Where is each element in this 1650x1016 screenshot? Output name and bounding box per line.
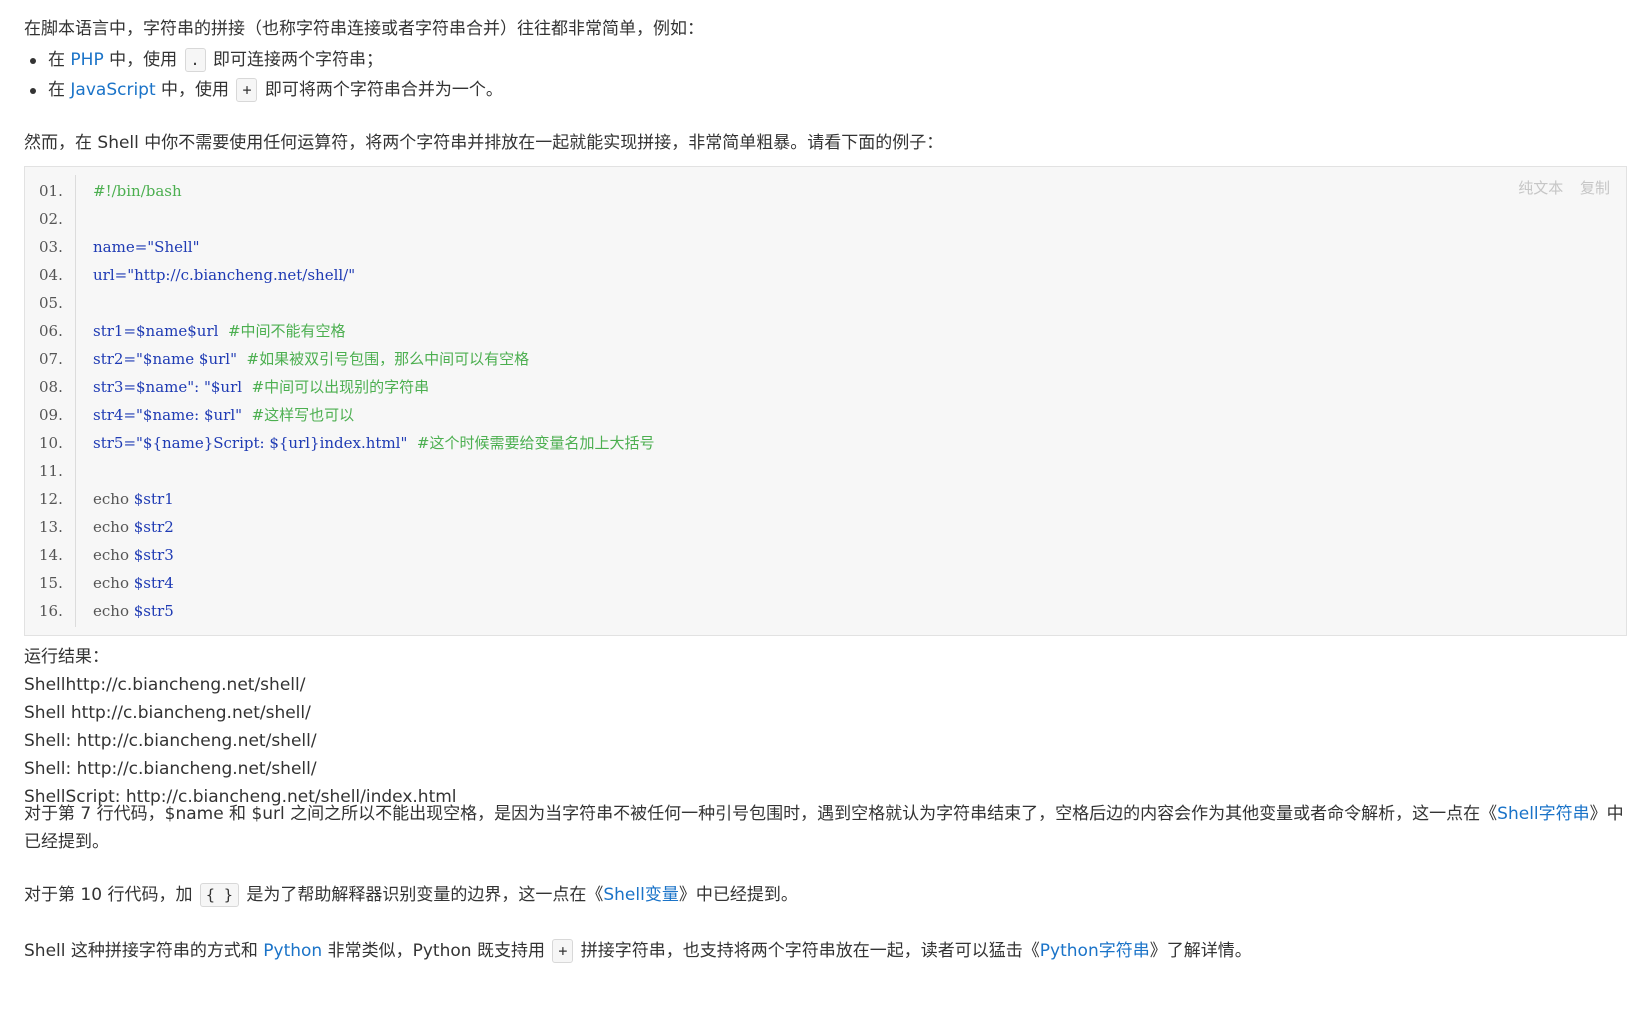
code-token: $str2	[133, 518, 174, 536]
code-toolbar: 纯文本 复制	[1506, 177, 1610, 198]
code-token: echo	[93, 490, 134, 508]
code-text: echo $str1	[93, 485, 174, 513]
line-number: 06.	[39, 322, 63, 340]
code-token: echo	[93, 574, 134, 592]
code-token: str5="${name}Script: ${url}index.html"	[93, 434, 408, 452]
javascript-link[interactable]: JavaScript	[70, 80, 155, 100]
intro-text: 在脚本语言中，字符串的拼接（也称字符串连接或者字符串合并）往往都非常简单，例如：	[24, 19, 704, 39]
code-token: $str3	[133, 546, 174, 564]
code-text: echo $str2	[93, 513, 174, 541]
code-token: name="Shell"	[93, 238, 200, 256]
shell-intro-text: 然而，在 Shell 中你不需要使用任何运算符，将两个字符串并排放在一起就能实现…	[24, 133, 944, 153]
line-number: 11.	[39, 462, 63, 480]
line-number: 07.	[39, 350, 63, 368]
code-token: #中间可以出现别的字符串	[242, 378, 430, 396]
line-number: 01.	[39, 182, 63, 200]
line-number: 03.	[39, 238, 63, 256]
code-token: str4="$name: $url"	[93, 406, 243, 424]
code-token: str3=$name": "$url	[93, 378, 243, 396]
result-line: Shell: http://c.biancheng.net/shell/	[24, 759, 317, 779]
plus-operator: +	[552, 939, 574, 963]
code-token: #中间不能有空格	[218, 322, 346, 340]
code-text: echo $str5	[93, 597, 174, 625]
line-number: 13.	[39, 518, 63, 536]
code-token: echo	[93, 546, 134, 564]
code-token: str2="$name $url"	[93, 350, 237, 368]
result-line: Shellhttp://c.biancheng.net/shell/	[24, 675, 306, 695]
code-text: str2="$name $url" #如果被双引号包围，那么中间可以有空格	[93, 345, 529, 373]
code-token: $str4	[133, 574, 174, 592]
operator-list: 在 PHP 中，使用 . 即可连接两个字符串； 在 JavaScript 中，使…	[24, 45, 503, 105]
code-text: #!/bin/bash	[93, 177, 182, 205]
python-string-link[interactable]: Python字符串	[1040, 941, 1150, 961]
code-token: $str1	[133, 490, 174, 508]
paragraph-line10: 对于第 10 行代码，加 { } 是为了帮助解释器识别变量的边界，这一点在《Sh…	[24, 883, 798, 907]
code-token: #!/bin/bash	[93, 182, 182, 200]
paragraph-python: Shell 这种拼接字符串的方式和 Python 非常类似，Python 既支持…	[24, 939, 1252, 963]
line-number: 15.	[39, 574, 63, 592]
code-block: 纯文本 复制 01. #!/bin/bash 02. 03. name="Shell" 0…	[24, 166, 1627, 636]
code-text: echo $str3	[93, 541, 174, 569]
line-number: 05.	[39, 294, 63, 312]
code-token: echo	[93, 518, 134, 536]
code-token: url="http://c.biancheng.net/shell/"	[93, 266, 356, 284]
code-token: #这个时候需要给变量名加上大括号	[407, 434, 655, 452]
line-number: 09.	[39, 406, 63, 424]
code-text: echo $str4	[93, 569, 174, 597]
code-token: #这样写也可以	[242, 406, 355, 424]
code-text: name="Shell"	[93, 233, 199, 261]
code-token: #如果被双引号包围，那么中间可以有空格	[237, 350, 530, 368]
code-token: str1=$name$url	[93, 322, 219, 340]
copy-button[interactable]: 复制	[1580, 179, 1610, 197]
result-line: Shell http://c.biancheng.net/shell/	[24, 703, 311, 723]
line-number: 04.	[39, 266, 63, 284]
results-label: 运行结果：	[24, 647, 109, 667]
line-number: 02.	[39, 210, 63, 228]
shell-variable-link[interactable]: Shell变量	[603, 885, 678, 905]
line-number: 12.	[39, 490, 63, 508]
list-item-php: 在 PHP 中，使用 . 即可连接两个字符串；	[24, 45, 503, 75]
line-number: 14.	[39, 546, 63, 564]
shell-string-link[interactable]: Shell字符串	[1497, 804, 1589, 824]
result-line: Shell: http://c.biancheng.net/shell/	[24, 731, 317, 751]
code-text: str4="$name: $url" #这样写也可以	[93, 401, 354, 429]
plain-text-button[interactable]: 纯文本	[1518, 179, 1563, 197]
code-token: $str5	[133, 602, 174, 620]
run-results: 运行结果： Shellhttp://c.biancheng.net/shell/…	[24, 643, 457, 811]
list-item-javascript: 在 JavaScript 中，使用 + 即可将两个字符串合并为一个。	[24, 75, 503, 105]
python-link[interactable]: Python	[263, 941, 322, 961]
code-text: url="http://c.biancheng.net/shell/"	[93, 261, 355, 289]
brace-operator: { }	[199, 883, 239, 907]
code-text: str3=$name": "$url #中间可以出现别的字符串	[93, 373, 429, 401]
line-number: 10.	[39, 434, 63, 452]
paragraph-line7: 对于第 7 行代码，$name 和 $url 之间之所以不能出现空格，是因为当字…	[24, 804, 1624, 852]
line-number: 08.	[39, 378, 63, 396]
code-text: str5="${name}Script: ${url}index.html" #…	[93, 429, 654, 457]
plus-operator: +	[236, 78, 258, 102]
gutter-divider	[75, 175, 76, 627]
code-text: str1=$name$url #中间不能有空格	[93, 317, 346, 345]
line-number: 16.	[39, 602, 63, 620]
dot-operator: .	[184, 48, 206, 72]
php-link[interactable]: PHP	[70, 50, 103, 70]
code-token: echo	[93, 602, 134, 620]
